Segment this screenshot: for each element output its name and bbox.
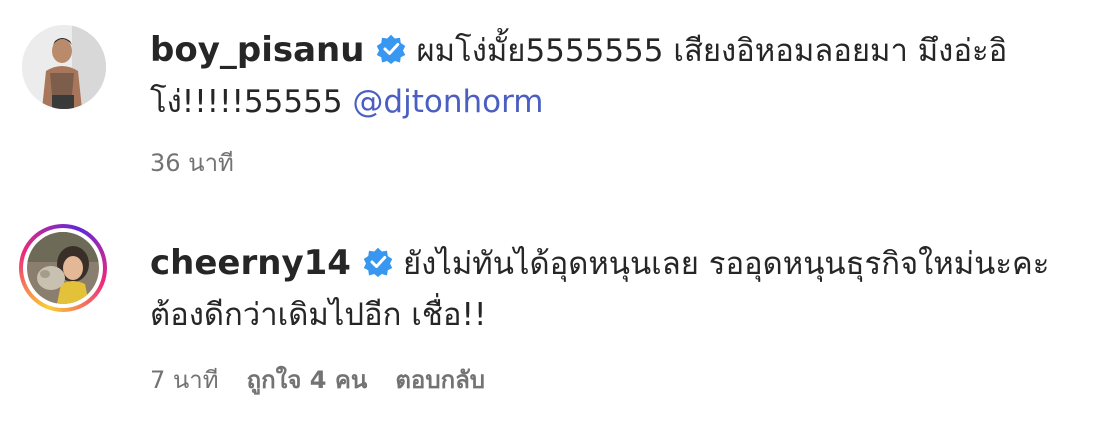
comment-timestamp[interactable]: 7 นาที [150, 360, 219, 399]
profile-photo-icon [27, 232, 99, 304]
reply-button[interactable]: ตอบกลับ [395, 360, 485, 399]
profile-photo-icon [22, 25, 106, 109]
comment-body: boy_pisanu ผมโง่มั้ย5555555 เสียงอิหอมลอย… [150, 25, 1080, 128]
comment-timestamp[interactable]: 36 นาที [150, 143, 234, 182]
comment-username[interactable]: boy_pisanu [150, 30, 364, 70]
mention-link[interactable]: @djtonhorm [352, 84, 543, 120]
likes-count-button[interactable]: ถูกใจ 4 คน [247, 360, 368, 399]
comment-username[interactable]: cheerny14 [150, 243, 351, 283]
comment-body: cheerny14 ยังไม่ทันได้อุดหนุนเลย รออุดหนุ… [150, 238, 1080, 341]
comment-meta: 36 นาที [150, 143, 234, 182]
avatar[interactable] [19, 224, 107, 312]
avatar[interactable] [22, 25, 106, 109]
verified-badge-icon [363, 247, 393, 277]
verified-badge-icon [377, 34, 406, 64]
comment-meta: 7 นาที ถูกใจ 4 คน ตอบกลับ [150, 360, 485, 399]
